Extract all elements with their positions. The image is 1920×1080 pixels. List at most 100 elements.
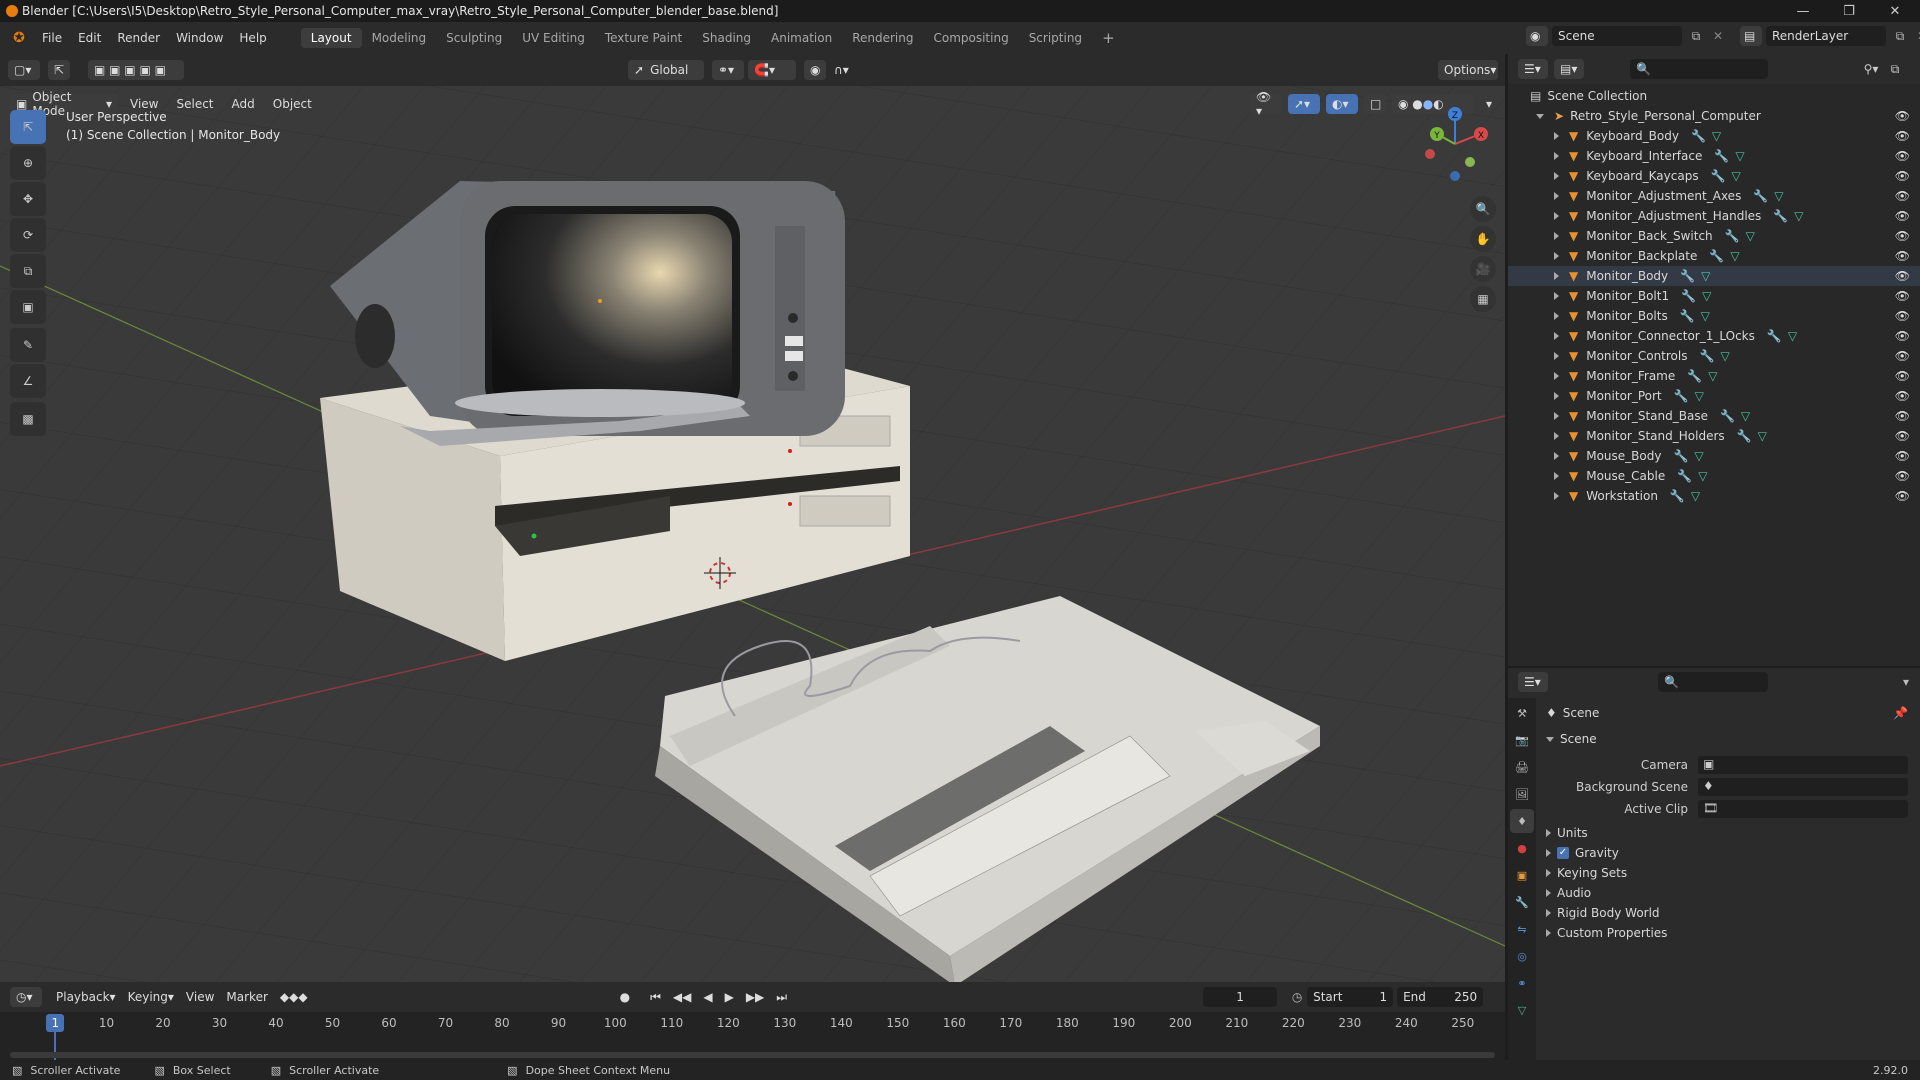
mesh-data-icon[interactable]: ▽ bbox=[1708, 369, 1717, 383]
renderlayer-close-icon[interactable]: ✕ bbox=[1914, 29, 1920, 43]
close-button[interactable]: ✕ bbox=[1872, 0, 1918, 22]
play-icon[interactable]: ▶ bbox=[719, 987, 740, 1007]
tab-uv-editing[interactable]: UV Editing bbox=[512, 28, 595, 48]
visibility-eye-icon[interactable]: 👁 bbox=[1895, 409, 1910, 423]
outliner-display-mode-icon[interactable]: ▤▾ bbox=[1554, 59, 1584, 79]
renderlayer-copy-icon[interactable]: ⧉ bbox=[1890, 29, 1910, 44]
mesh-data-icon[interactable]: ▽ bbox=[1701, 309, 1710, 323]
modifier-wrench-icon[interactable]: 🔧 bbox=[1680, 269, 1695, 283]
renderlayer-name-field[interactable]: RenderLayer bbox=[1766, 26, 1886, 46]
jump-keyframe-forward-icon[interactable]: ▶▶ bbox=[740, 987, 770, 1007]
visibility-eye-icon[interactable]: 👁 bbox=[1895, 469, 1910, 483]
modifier-wrench-icon[interactable]: 🔧 bbox=[1681, 289, 1696, 303]
falloff-icon[interactable]: ∩▾ bbox=[828, 60, 856, 80]
outliner-item[interactable]: ▼ Monitor_Connector_1_LOcks 🔧 ▽ 👁 bbox=[1508, 326, 1920, 346]
tool-add-cube-icon[interactable]: ▩ bbox=[10, 402, 46, 436]
tab-object-icon[interactable]: ▣ bbox=[1510, 863, 1534, 887]
modifier-wrench-icon[interactable]: 🔧 bbox=[1673, 449, 1688, 463]
visibility-eye-icon[interactable]: 👁 bbox=[1895, 309, 1910, 323]
keyframe-nav-icon[interactable]: ◆◆◆ bbox=[274, 987, 314, 1007]
modifier-wrench-icon[interactable]: 🔧 bbox=[1699, 349, 1714, 363]
tab-sculpting[interactable]: Sculpting bbox=[436, 28, 512, 48]
expand-arrow-icon[interactable] bbox=[1554, 312, 1559, 320]
scene-close-icon[interactable]: ✕ bbox=[1710, 29, 1726, 43]
options-dropdown[interactable]: Options ▾ bbox=[1438, 60, 1498, 80]
expand-arrow-icon[interactable] bbox=[1554, 332, 1559, 340]
expand-arrow-icon[interactable] bbox=[1554, 192, 1559, 200]
outliner-search-input[interactable]: 🔍 bbox=[1630, 59, 1768, 79]
maximize-button[interactable]: ❐ bbox=[1826, 0, 1872, 22]
timeline-menu-keying[interactable]: Keying ▾ bbox=[122, 987, 180, 1007]
viewport-menu-object[interactable]: Object bbox=[267, 94, 318, 114]
xray-icon[interactable]: □ bbox=[1364, 94, 1386, 114]
tab-data-icon[interactable]: ▽ bbox=[1510, 998, 1534, 1022]
expand-arrow-icon[interactable] bbox=[1554, 272, 1559, 280]
outliner-item[interactable]: ▼ Mouse_Cable 🔧 ▽ 👁 bbox=[1508, 466, 1920, 486]
properties-editor-type-icon[interactable]: ☰▾ bbox=[1518, 672, 1548, 692]
mesh-data-icon[interactable]: ▽ bbox=[1730, 249, 1739, 263]
visibility-eye-icon[interactable]: 👁 bbox=[1895, 229, 1910, 243]
tab-world-icon[interactable]: ● bbox=[1510, 836, 1534, 860]
transform-orientation-select[interactable]: ➚ Global bbox=[628, 60, 704, 80]
expand-arrow-icon[interactable] bbox=[1554, 172, 1559, 180]
viewport-menu-add[interactable]: Add bbox=[226, 94, 261, 114]
visibility-eye-icon[interactable]: 👁 bbox=[1895, 169, 1910, 183]
mesh-data-icon[interactable]: ▽ bbox=[1788, 329, 1797, 343]
mesh-data-icon[interactable]: ▽ bbox=[1691, 489, 1700, 503]
modifier-wrench-icon[interactable]: 🔧 bbox=[1674, 389, 1689, 403]
expand-arrow-icon[interactable] bbox=[1554, 152, 1559, 160]
expand-arrow-icon[interactable] bbox=[1554, 252, 1559, 260]
outliner-item[interactable]: ▼ Monitor_Back_Switch 🔧 ▽ 👁 bbox=[1508, 226, 1920, 246]
expand-arrow-icon[interactable] bbox=[1554, 392, 1559, 400]
current-frame-field[interactable]: 1 bbox=[1203, 987, 1278, 1007]
timeline-menu-view[interactable]: View bbox=[180, 987, 220, 1007]
outliner-item[interactable]: ▼ Monitor_Backplate 🔧 ▽ 👁 bbox=[1508, 246, 1920, 266]
outliner-item[interactable]: ▼ Monitor_Controls 🔧 ▽ 👁 bbox=[1508, 346, 1920, 366]
visibility-eye-icon[interactable]: 👁 bbox=[1895, 489, 1910, 503]
timeline-scrollbar[interactable] bbox=[10, 1052, 1495, 1058]
mesh-data-icon[interactable]: ▽ bbox=[1758, 429, 1767, 443]
visibility-eye-icon[interactable]: 👁 bbox=[1895, 209, 1910, 223]
tab-modifiers-icon[interactable]: 🔧 bbox=[1510, 890, 1534, 914]
editor-type-icon[interactable]: ▢▾ bbox=[8, 60, 40, 80]
modifier-wrench-icon[interactable]: 🔧 bbox=[1670, 489, 1685, 503]
tab-animation[interactable]: Animation bbox=[761, 28, 842, 48]
mesh-data-icon[interactable]: ▽ bbox=[1774, 189, 1783, 203]
outliner-item[interactable]: ▼ Mouse_Body 🔧 ▽ 👁 bbox=[1508, 446, 1920, 466]
outliner-item[interactable]: ▼ Keyboard_Kaycaps 🔧 ▽ 👁 bbox=[1508, 166, 1920, 186]
visibility-eye-icon[interactable]: 👁 bbox=[1895, 189, 1910, 203]
panel-custom-properties[interactable]: Custom Properties bbox=[1546, 926, 1667, 940]
visibility-eye-icon[interactable]: 👁 bbox=[1895, 149, 1910, 163]
timeline-editor-type-icon[interactable]: ◷▾ bbox=[10, 987, 42, 1007]
minimize-button[interactable]: — bbox=[1780, 0, 1826, 22]
modifier-wrench-icon[interactable]: 🔧 bbox=[1709, 249, 1724, 263]
modifier-wrench-icon[interactable]: 🔧 bbox=[1753, 189, 1768, 203]
expand-arrow-icon[interactable] bbox=[1554, 232, 1559, 240]
property-field[interactable]: ▣ bbox=[1698, 756, 1908, 774]
expand-arrow-icon[interactable] bbox=[1554, 352, 1559, 360]
scene-panel-header[interactable]: Scene bbox=[1546, 732, 1597, 746]
tab-layout[interactable]: Layout bbox=[300, 28, 362, 48]
modifier-wrench-icon[interactable]: 🔧 bbox=[1773, 209, 1788, 223]
end-frame-field[interactable]: End 250 bbox=[1397, 987, 1484, 1007]
mesh-data-icon[interactable]: ▽ bbox=[1695, 389, 1704, 403]
3d-viewport[interactable]: ▣ Object Mode ▾ View Select Add Object 👁▾ … bbox=[0, 86, 1505, 982]
camera-view-icon[interactable]: 🎥 bbox=[1470, 256, 1496, 282]
expand-arrow-icon[interactable] bbox=[1554, 212, 1559, 220]
outliner-item[interactable]: ▼ Monitor_Stand_Base 🔧 ▽ 👁 bbox=[1508, 406, 1920, 426]
expand-arrow-icon[interactable] bbox=[1554, 372, 1559, 380]
panel-units[interactable]: Units bbox=[1546, 826, 1588, 840]
jump-end-icon[interactable]: ⏭ bbox=[770, 987, 793, 1007]
record-icon[interactable]: ● bbox=[614, 987, 636, 1007]
outliner-item[interactable]: ▼ Monitor_Bolt1 🔧 ▽ 👁 bbox=[1508, 286, 1920, 306]
tab-particles-icon[interactable]: ⇋ bbox=[1510, 917, 1534, 941]
expand-arrow-icon[interactable] bbox=[1554, 132, 1559, 140]
new-collection-icon[interactable]: ⧉ bbox=[1884, 62, 1906, 77]
property-field[interactable]: 🎞 bbox=[1698, 800, 1908, 818]
visibility-eye-icon[interactable]: 👁 bbox=[1895, 329, 1910, 343]
tab-modeling[interactable]: Modeling bbox=[362, 28, 437, 48]
outliner-item[interactable]: ▼ Monitor_Port 🔧 ▽ 👁 bbox=[1508, 386, 1920, 406]
zoom-icon[interactable]: 🔍 bbox=[1470, 196, 1496, 222]
tab-compositing[interactable]: Compositing bbox=[923, 28, 1018, 48]
panel-audio[interactable]: Audio bbox=[1546, 886, 1591, 900]
